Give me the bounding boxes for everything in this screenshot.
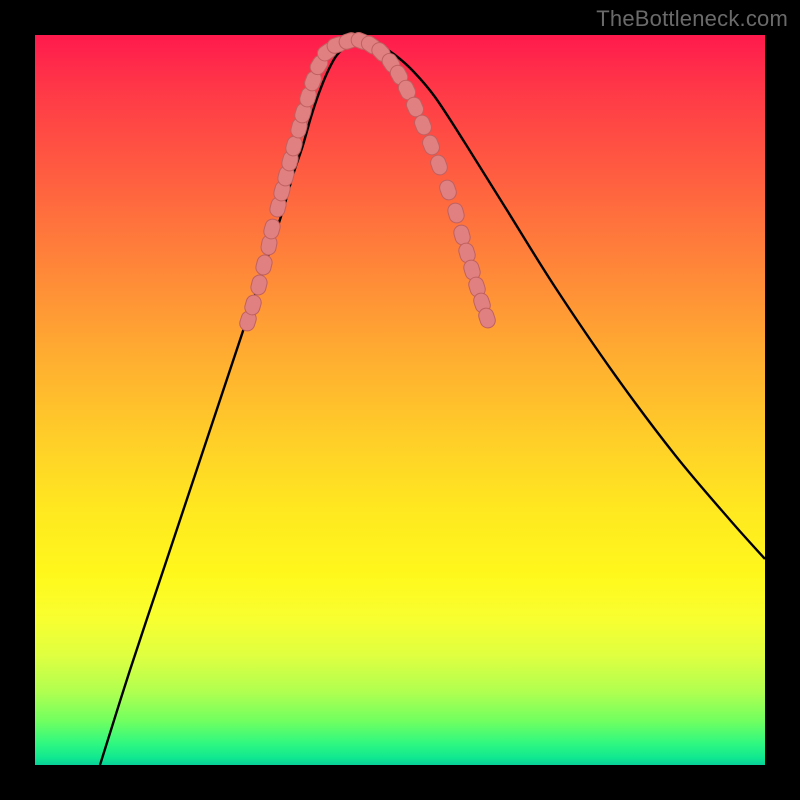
data-bead: [249, 273, 268, 296]
data-bead: [429, 153, 450, 177]
beads-right-group: [349, 30, 497, 330]
data-bead: [254, 253, 273, 276]
watermark-text: TheBottleneck.com: [596, 6, 788, 32]
data-bead: [438, 178, 459, 202]
data-bead: [446, 201, 466, 224]
curve-svg: [35, 35, 765, 765]
plot-area: [35, 35, 765, 765]
outer-frame: TheBottleneck.com: [0, 0, 800, 800]
beads-left-group: [238, 31, 361, 333]
data-bead: [420, 133, 441, 157]
